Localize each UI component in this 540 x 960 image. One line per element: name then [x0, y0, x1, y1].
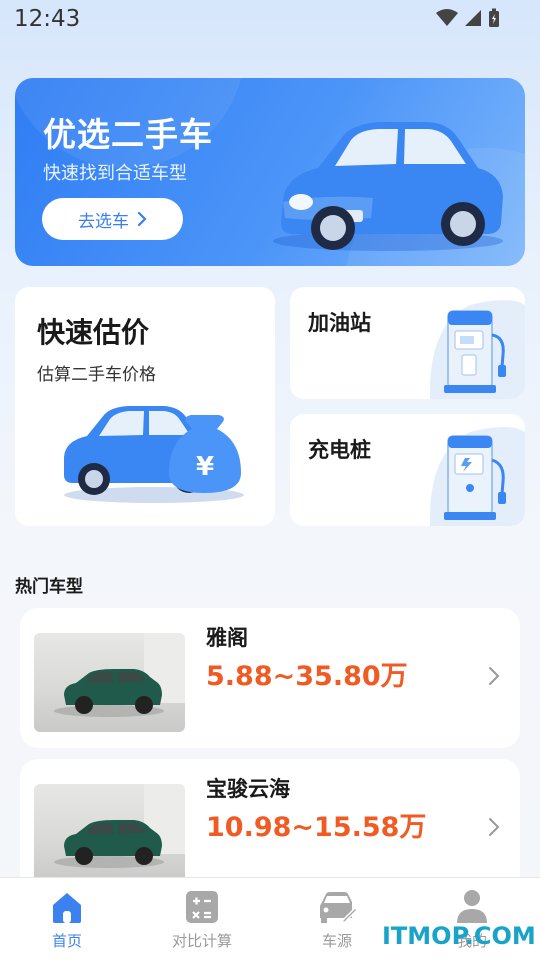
nav-car-source-label: 车源: [321, 932, 352, 950]
nav-home-label: 首页: [51, 932, 82, 950]
charging-pile-card[interactable]: 充电桩: [290, 414, 525, 526]
charging-pile-icon: [429, 427, 525, 526]
battery-icon: [489, 8, 499, 27]
calculator-icon: [186, 891, 218, 923]
nav-car-source[interactable]: 车源: [287, 878, 387, 960]
car-name: 雅阁: [206, 626, 248, 650]
status-time: 12:43: [14, 6, 81, 32]
car-name: 宝骏云海: [206, 777, 290, 801]
chevron-right-icon: [489, 667, 500, 685]
car-price: 10.98~15.58万: [206, 812, 427, 843]
svg-text:¥: ¥: [196, 452, 214, 482]
watermark: ITMOP.COM: [382, 922, 536, 950]
fuel-pump-icon: [429, 300, 525, 399]
banner-title: 优选二手车: [43, 115, 213, 154]
car-edit-icon: [320, 892, 357, 924]
nav-home[interactable]: 首页: [17, 878, 117, 960]
quick-valuation-card[interactable]: 快速估价 估算二手车价格 ¥: [15, 287, 275, 526]
valuation-title: 快速估价: [37, 316, 150, 349]
status-icons: [436, 8, 500, 28]
charging-title: 充电桩: [308, 438, 371, 462]
valuation-subtitle: 估算二手车价格: [37, 365, 156, 385]
signal-icon: [465, 10, 481, 26]
choose-car-label: 去选车: [78, 211, 129, 232]
car-illustration: [273, 122, 503, 251]
home-icon: [53, 893, 81, 923]
choose-car-button[interactable]: 去选车: [42, 198, 183, 240]
gas-station-title: 加油站: [308, 311, 371, 335]
car-photo: [34, 784, 185, 883]
car-money-bag-icon: ¥: [64, 406, 244, 503]
nav-compare[interactable]: 对比计算: [152, 878, 252, 960]
chevron-right-icon: [489, 818, 500, 836]
nav-compare-label: 对比计算: [171, 932, 232, 950]
status-bar: 12:43: [0, 0, 540, 38]
used-car-banner[interactable]: 优选二手车 快速找到合适车型 去选车: [15, 78, 525, 266]
car-list-item[interactable]: 雅阁 5.88~35.80万: [20, 608, 520, 748]
car-photo: [34, 633, 185, 732]
wifi-icon: [436, 9, 458, 26]
car-price: 5.88~35.80万: [206, 661, 408, 692]
gas-station-card[interactable]: 加油站: [290, 287, 525, 399]
banner-subtitle: 快速找到合适车型: [43, 163, 187, 184]
hot-models-title: 热门车型: [15, 577, 83, 597]
chevron-right-icon: [137, 211, 147, 227]
user-icon: [457, 890, 487, 923]
